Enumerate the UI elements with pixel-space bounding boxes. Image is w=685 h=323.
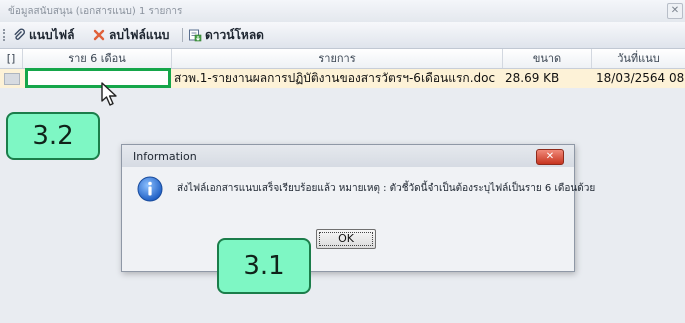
row-date-cell: 18/03/2564 08 [596, 71, 685, 85]
toolbar-separator [182, 28, 183, 42]
info-icon [137, 176, 163, 202]
panel-header: ข้อมูลสนับสนุน (เอกสารแนบ) 1 รายการ ✕ [0, 0, 685, 23]
download-icon [189, 29, 202, 42]
panel-title: ข้อมูลสนับสนุน (เอกสารแนบ) 1 รายการ [8, 6, 183, 17]
delete-attachment-label: ลบไฟล์แนบ [109, 27, 170, 42]
mouse-cursor-icon [101, 82, 117, 106]
column-header-period[interactable]: ราย 6 เดือน [23, 49, 172, 68]
paperclip-icon [14, 28, 26, 40]
period-input-highlight[interactable] [25, 68, 171, 88]
column-header-select[interactable]: [] [0, 49, 23, 68]
delete-x-icon [93, 29, 105, 41]
dialog-titlebar: Information ✕ [122, 145, 574, 167]
step-callout-3-1: 3.1 [217, 238, 311, 294]
attach-file-label: แนบไฟล์ [29, 27, 75, 42]
ok-button[interactable]: OK [316, 229, 376, 249]
download-button[interactable]: ดาวน์โหลด [188, 26, 264, 44]
row-item-cell: สวพ.1-รายงานผลการปฏิบัติงานของสารวัตรฯ-6… [174, 71, 496, 85]
column-header-size[interactable]: ขนาด [503, 49, 592, 68]
column-header-item[interactable]: รายการ [172, 49, 503, 68]
delete-attachment-button[interactable]: ลบไฟล์แนบ [92, 26, 169, 44]
row-size-cell: 28.69 KB [505, 71, 560, 85]
attach-file-button[interactable]: แนบไฟล์ [12, 26, 74, 44]
dialog-close-button[interactable]: ✕ [536, 149, 564, 165]
grid-header: [] ราย 6 เดือน รายการ ขนาด วันที่แนบ [0, 49, 685, 69]
download-label: ดาวน์โหลด [205, 27, 264, 42]
step-callout-3-2: 3.2 [6, 112, 100, 160]
panel-close-icon[interactable]: ✕ [667, 3, 683, 19]
column-header-date[interactable]: วันที่แนบ [592, 49, 685, 68]
attachments-toolbar: แนบไฟล์ ลบไฟล์แนบ ดาวน์โหลด [0, 22, 685, 49]
dialog-title: Information [133, 150, 197, 163]
toolbar-grip [3, 29, 7, 41]
dialog-message: ส่งไฟล์เอกสารแนบเสร็จเรียบร้อยแล้ว หมายเ… [177, 183, 596, 194]
information-dialog: Information ✕ ส่งไฟล์เอกสารแนบเสร็จเรียบ… [121, 144, 595, 272]
row-checkbox-icon[interactable] [4, 73, 20, 85]
